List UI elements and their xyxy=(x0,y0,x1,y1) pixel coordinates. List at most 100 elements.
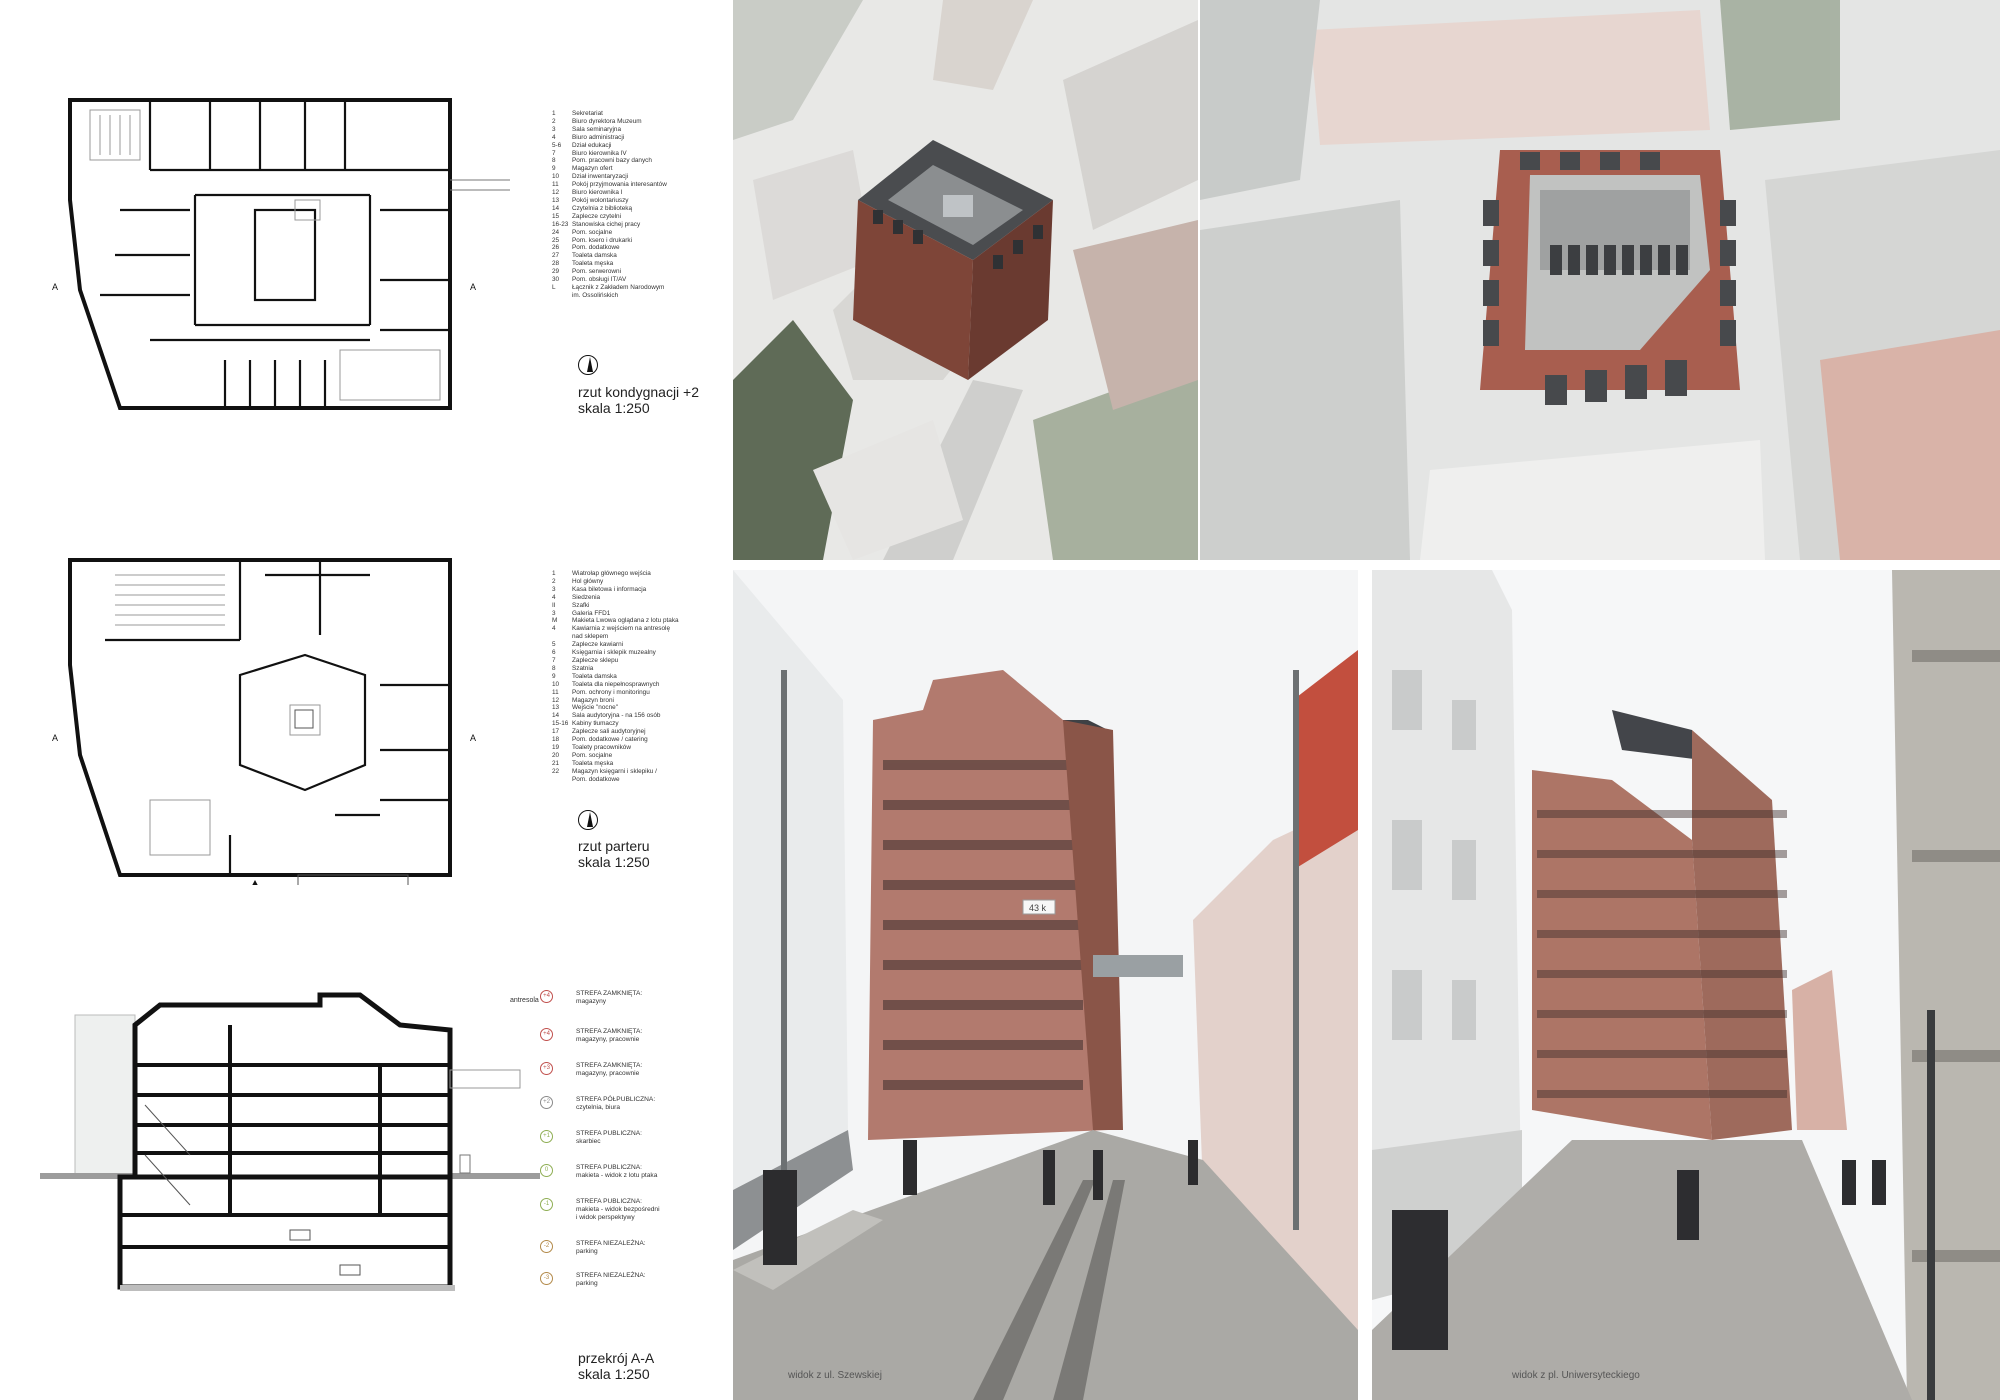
legend-row: 3 Kasa biletowa i informacja xyxy=(552,586,712,594)
legend-row: 3 Galeria FFD1 xyxy=(552,610,712,618)
legend-number: 2 xyxy=(552,117,556,125)
legend-row: 2 Biuro dyrektora Muzeum xyxy=(552,118,712,126)
legend-row: im. Ossolińskich xyxy=(552,292,712,300)
legend-row: 1 Wiatrołap głównego wejścia xyxy=(552,570,712,578)
legend-text: Zaplecze sali audytoryjnej xyxy=(572,728,646,736)
street-view-plac-uniwersytecki: widok z pl. Uniwersyteckiego xyxy=(1372,570,2000,1400)
zone-marker: 0 xyxy=(540,1164,553,1177)
legend-number: 1 xyxy=(552,570,556,577)
legend-text: Toaleta męska xyxy=(572,260,614,268)
section-a-a xyxy=(40,985,540,1305)
legend-text: Zaplecze kawiarni xyxy=(572,641,624,649)
north-arrow-icon xyxy=(578,355,598,375)
legend-text: Toaleta dla niepełnosprawnych xyxy=(572,680,660,688)
section-caption: przekrój A-A skala 1:250 xyxy=(578,1350,655,1382)
legend-text: Pom. ksero i drukarki xyxy=(572,236,633,244)
legend-row: nad sklepem xyxy=(552,633,712,641)
legend-text: Pom. ochrony i monitoringu xyxy=(572,688,650,696)
street-view-right-image xyxy=(1372,570,2000,1400)
legend-number: 11 xyxy=(552,688,559,696)
legend-row: 12 Biuro kierownika I xyxy=(552,189,712,197)
legend-text: Dział inwentaryzacji xyxy=(572,173,629,181)
legend-text: Pokój wolontariuszy xyxy=(572,196,629,204)
legend-text: Pom. pracowni bazy danych xyxy=(572,157,652,165)
legend-text: Łącznik z Zakładem Narodowym xyxy=(572,283,665,291)
legend-row: 30 Pom. obsługi IT/AV xyxy=(552,276,712,284)
legend-number xyxy=(552,776,572,784)
legend-row: 24 Pom. socjalne xyxy=(552,229,712,237)
legend-text: Magazyn księgarni i sklepiku / xyxy=(572,767,657,775)
legend-text: Biuro kierownika I xyxy=(572,189,623,197)
antresola-label: antresola xyxy=(510,997,539,1004)
legend-text: Zaplecze czytelni xyxy=(572,212,622,220)
legend-number: 25 xyxy=(552,236,560,244)
legend-row: 25 Pom. ksero i drukarki xyxy=(552,237,712,245)
legend-number: 5 xyxy=(552,641,556,649)
legend-number: 27 xyxy=(552,252,560,260)
legend-text: Magazyn ofert xyxy=(572,165,613,173)
section-a-a-drawing xyxy=(40,992,540,1291)
legend-text: Kawiarnia z wejściem na antresolę xyxy=(572,625,671,633)
legend-row: 4 Kawiarnia z wejściem na antresolę xyxy=(552,625,712,633)
plan-ground-legend: 1 Wiatrołap głównego wejścia 2 Hol główny 3 K… xyxy=(552,570,712,783)
legend-row: 10 Toaleta dla niepełnosprawnych xyxy=(552,681,712,689)
zone-marker: +2 xyxy=(540,1096,553,1109)
legend-number: 4 xyxy=(552,625,556,633)
legend-row: 15-16 Kabiny tłumaczy xyxy=(552,720,712,728)
legend-text: Pom. socjalne xyxy=(572,228,613,236)
north-arrow-icon xyxy=(578,810,598,830)
legend-text: nad sklepem xyxy=(572,633,609,641)
legend-number: 13 xyxy=(552,704,560,712)
legend-text: Pom. dodatkowe / catering xyxy=(572,736,648,744)
zone-marker: +4 xyxy=(540,1028,553,1041)
legend-row: 11 Pokój przyjmowania interesantów xyxy=(552,181,712,189)
aerial-left-image xyxy=(733,0,1198,560)
legend-number: 14 xyxy=(552,712,560,720)
legend-row: 14 Czytelnia z biblioteką xyxy=(552,205,712,213)
legend-row: 7 Zaplecze sklepu xyxy=(552,657,712,665)
legend-row: 3 Sala seminaryjna xyxy=(552,126,712,134)
legend-number: 8 xyxy=(552,664,556,672)
zone-text: STREFA PUBLICZNA: makieta - widok z lotu… xyxy=(576,1164,658,1179)
aerial-right-image xyxy=(1200,0,2000,560)
svg-text:A: A xyxy=(52,733,58,743)
legend-text: Pom. socjalne xyxy=(572,751,613,759)
legend-row: L Łącznik z Zakładem Narodowym xyxy=(552,284,712,292)
legend-number: II xyxy=(552,601,556,609)
legend-number: 10 xyxy=(552,173,560,181)
legend-number: 21 xyxy=(552,759,560,767)
legend-text: Wiatrołap głównego wejścia xyxy=(572,570,651,577)
legend-number: 9 xyxy=(552,165,556,173)
legend-number: 24 xyxy=(552,228,560,236)
legend-number: 1 xyxy=(552,110,556,117)
legend-row: 6 Księgarnia i sklepik muzealny xyxy=(552,649,712,657)
zone-marker: +4 xyxy=(540,990,553,1003)
legend-row: 4 Biuro administracji xyxy=(552,134,712,142)
legend-text: Księgarnia i sklepik muzealny xyxy=(572,649,656,657)
legend-text: Pokój przyjmowania interesantów xyxy=(572,181,667,189)
legend-row: 16-23 Stanowiska cichej pracy xyxy=(552,221,712,229)
legend-number: 3 xyxy=(552,585,556,593)
zone-marker: -3 xyxy=(540,1272,553,1285)
legend-text: im. Ossolińskich xyxy=(572,291,619,299)
legend-number xyxy=(552,292,572,300)
legend-text: Szafki xyxy=(572,601,590,609)
legend-row: 26 Pom. dodatkowe xyxy=(552,244,712,252)
legend-text: Toalety pracowników xyxy=(572,743,631,751)
legend-text: Toaleta męska xyxy=(572,759,614,767)
legend-row: 7 Biuro kierownika IV xyxy=(552,150,712,158)
plan-upper-caption: rzut kondygnacji +2 skala 1:250 xyxy=(578,384,700,416)
legend-number: 29 xyxy=(552,268,560,276)
legend-row: 17 Zaplecze sali audytoryjnej xyxy=(552,728,712,736)
legend-number: 14 xyxy=(552,204,560,212)
legend-text: Pom. dodatkowe xyxy=(572,244,620,252)
legend-number: 8 xyxy=(552,157,556,165)
legend-row: 21 Toaleta męska xyxy=(552,760,712,768)
zone-text: STREFA NIEZALEŻNA: parking xyxy=(576,1272,646,1287)
legend-number: 4 xyxy=(552,133,556,141)
svg-text:A: A xyxy=(470,282,476,292)
legend-number: 3 xyxy=(552,609,556,617)
plan-ground-caption: rzut parteru skala 1:250 xyxy=(578,838,650,870)
legend-row: 28 Toaleta męska xyxy=(552,260,712,268)
svg-text:A: A xyxy=(470,733,476,743)
